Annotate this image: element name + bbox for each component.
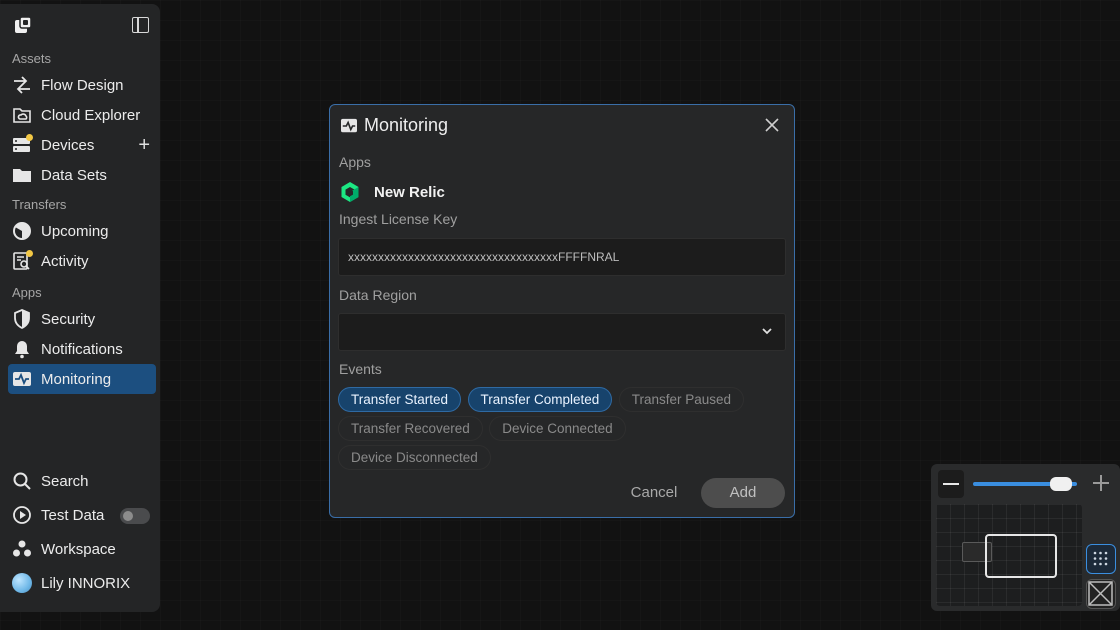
sidebar-bottom: Search Test Data Workspace Lily INNORIX [0,464,160,600]
pie-clock-icon [12,221,32,241]
license-key-input[interactable]: xxxxxxxxxxxxxxxxxxxxxxxxxxxxxxxxxxxFFFFN… [338,238,786,276]
notification-dot [26,250,33,257]
chevron-down-icon [762,328,772,335]
sidebar-item-label: Activity [41,252,89,270]
sidebar-item-cloud-explorer[interactable]: Cloud Explorer [8,100,156,130]
bell-icon [12,339,32,359]
search-icon [12,471,32,491]
grid-toggle-icon[interactable] [1086,544,1116,574]
play-circle-icon [12,505,32,525]
sidebar-item-label: Notifications [41,340,123,358]
close-icon[interactable] [764,117,780,133]
workspace-dots-icon [12,539,32,559]
section-label-assets: Assets [12,51,52,66]
notification-dot [26,134,33,141]
sidebar-item-label: Security [41,310,96,328]
minimap-view[interactable] [936,504,1082,606]
sidebar-item-label: Data Sets [41,166,107,184]
avatar [12,573,32,593]
folder-cloud-icon [12,105,32,125]
zoom-slider-thumb[interactable] [1050,477,1073,491]
shield-icon [12,309,32,329]
sidebar-collapse-icon[interactable] [132,17,149,33]
events-chip-group: Transfer Started Transfer Completed Tran… [338,387,778,474]
event-chip-transfer-paused[interactable]: Transfer Paused [618,387,745,412]
add-device-icon[interactable]: + [138,135,150,155]
sidebar-item-label: Search [41,472,89,490]
sidebar-item-label: Upcoming [41,222,109,240]
sidebar-header [0,4,160,48]
sidebar-item-flow-design[interactable]: Flow Design [8,70,156,100]
event-chip-device-disconnected[interactable]: Device Disconnected [338,445,491,470]
zoom-in-icon[interactable] [1090,472,1112,494]
sidebar-item-label: Test Data [41,506,105,524]
sidebar-item-workspace[interactable]: Workspace [8,532,156,566]
dialog-header: Monitoring [340,115,448,136]
new-relic-logo-icon [341,182,359,202]
sidebar-item-notifications[interactable]: Notifications [8,334,156,364]
event-chip-device-connected[interactable]: Device Connected [489,416,626,441]
sidebar-item-test-data[interactable]: Test Data [8,498,156,532]
cancel-button[interactable]: Cancel [620,479,688,507]
sidebar-item-label: Workspace [41,540,116,558]
minimap-panel [931,464,1120,611]
test-data-toggle[interactable] [120,508,150,524]
app-row: New Relic [340,181,445,203]
section-label-transfers: Transfers [12,197,67,212]
sidebar-item-label: Flow Design [41,76,124,94]
add-button[interactable]: Add [701,478,785,508]
sidebar-item-upcoming[interactable]: Upcoming [8,216,156,246]
event-chip-transfer-recovered[interactable]: Transfer Recovered [338,416,483,441]
section-label-apps: Apps [12,285,42,300]
activity-search-icon [12,250,33,271]
sidebar-item-label: Monitoring [41,370,112,388]
folder-icon [12,165,32,185]
sidebar-item-label: Devices [41,136,95,154]
server-icon [12,134,33,155]
data-region-select[interactable] [338,313,786,351]
apps-label: Apps [339,154,371,170]
fit-view-icon[interactable] [1086,579,1116,609]
sidebar-item-search[interactable]: Search [8,464,156,498]
sidebar: Assets Flow Design Cloud Explorer Device… [0,4,160,612]
sidebar-item-devices[interactable]: Devices + [8,130,156,160]
app-name: New Relic [374,183,445,201]
sidebar-item-activity[interactable]: Activity [8,246,156,276]
monitor-pulse-icon [341,118,357,132]
minimap-viewport[interactable] [985,534,1057,578]
sidebar-item-user[interactable]: Lily INNORIX [8,566,156,600]
app-logo-icon [15,16,32,33]
sidebar-item-monitoring[interactable]: Monitoring [8,364,156,394]
sidebar-item-data-sets[interactable]: Data Sets [8,160,156,190]
event-chip-transfer-completed[interactable]: Transfer Completed [467,387,613,412]
monitor-pulse-icon [12,369,32,389]
sidebar-item-label: Cloud Explorer [41,106,141,124]
data-region-label: Data Region [339,287,417,303]
monitoring-dialog: Monitoring Apps New Relic Ingest License… [329,104,795,518]
license-key-label: Ingest License Key [339,211,458,227]
flow-icon [12,75,32,95]
zoom-out-button[interactable] [938,470,964,498]
dialog-title: Monitoring [364,115,449,135]
user-name: Lily INNORIX [41,574,131,592]
events-label: Events [339,361,382,377]
sidebar-item-security[interactable]: Security [8,304,156,334]
event-chip-transfer-started[interactable]: Transfer Started [338,387,462,412]
